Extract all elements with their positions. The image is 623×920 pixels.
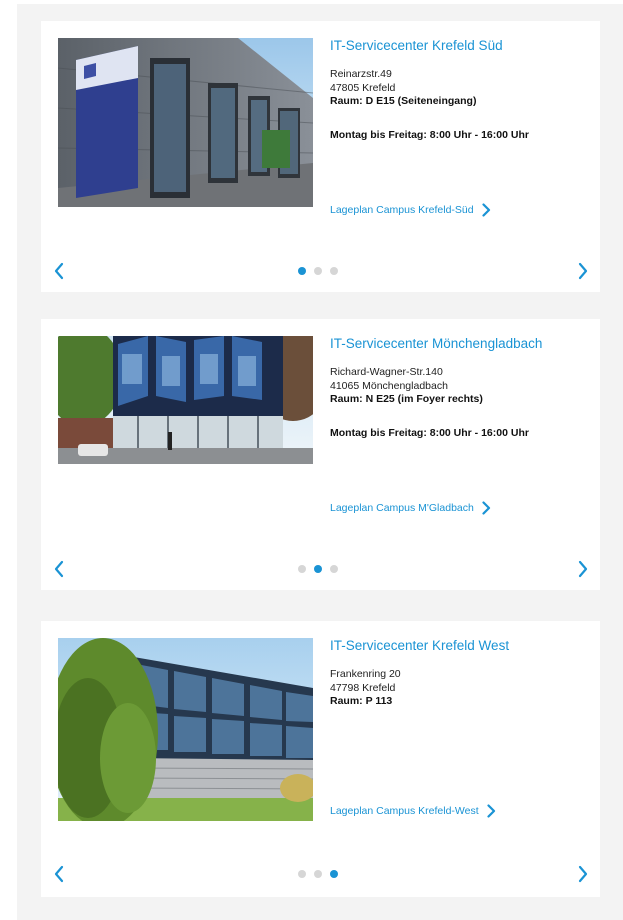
location-card-moenchengladbach: IT-Servicecenter Mönchengladbach Richard… <box>41 319 600 590</box>
street-address: Richard-Wagner-Str.140 <box>330 366 443 378</box>
campus-map-link[interactable]: Lageplan Campus Krefeld-West <box>330 804 496 818</box>
campus-map-link-label[interactable]: Lageplan Campus Krefeld-Süd <box>330 204 474 216</box>
carousel-prev-button[interactable] <box>52 560 66 578</box>
opening-hours: Montag bis Freitag: 8:00 Uhr - 16:00 Uhr <box>330 426 529 439</box>
chevron-right-icon[interactable] <box>482 501 491 515</box>
location-title[interactable]: IT-Servicecenter Krefeld West <box>330 638 590 654</box>
postal-city: 47805 Krefeld <box>330 81 396 94</box>
location-card-krefeld-west: IT-Servicecenter Krefeld West Frankenrin… <box>41 621 600 897</box>
postal-city: 41065 Mönchengladbach <box>330 379 448 392</box>
carousel-next-button[interactable] <box>576 865 590 883</box>
street-address: Frankenring 20 <box>330 668 401 680</box>
postal-city: 47798 Krefeld <box>330 681 396 694</box>
campus-map-link[interactable]: Lageplan Campus Krefeld-Süd <box>330 203 491 217</box>
location-photo <box>58 336 313 464</box>
carousel-pagination <box>298 267 338 275</box>
carousel-prev-button[interactable] <box>52 865 66 883</box>
location-info: IT-Servicecenter Krefeld West Frankenrin… <box>330 638 590 709</box>
street-address: Reinarzstr.49 <box>330 68 392 80</box>
building-photo-krefeld-west <box>58 638 313 821</box>
carousel-dot-3[interactable] <box>330 565 338 573</box>
carousel-dot-2[interactable] <box>314 565 322 573</box>
carousel-pagination <box>298 870 338 878</box>
carousel-pagination <box>298 565 338 573</box>
chevron-right-icon[interactable] <box>481 203 491 217</box>
location-info: IT-Servicecenter Krefeld Süd Reinarzstr.… <box>330 38 590 142</box>
carousel-dot-3[interactable] <box>330 870 338 878</box>
carousel-dot-1[interactable] <box>298 565 306 573</box>
room-number: Raum: P 113 <box>330 695 393 707</box>
carousel-prev-button[interactable] <box>52 262 66 280</box>
chevron-right-icon[interactable] <box>487 804 496 818</box>
carousel-next-button[interactable] <box>576 262 590 280</box>
location-title[interactable]: IT-Servicecenter Krefeld Süd <box>330 38 590 54</box>
building-photo-moenchengladbach <box>58 336 313 464</box>
carousel-dot-1[interactable] <box>298 870 306 878</box>
location-photo <box>58 638 313 821</box>
campus-map-link-label[interactable]: Lageplan Campus Krefeld-West <box>330 805 479 817</box>
campus-map-link-label[interactable]: Lageplan Campus M'Gladbach <box>330 502 474 514</box>
carousel-dot-3[interactable] <box>330 267 338 275</box>
room-number: Raum: N E25 (im Foyer rechts) <box>330 393 483 405</box>
location-title[interactable]: IT-Servicecenter Mönchengladbach <box>330 336 590 352</box>
location-card-krefeld-sued: IT-Servicecenter Krefeld Süd Reinarzstr.… <box>41 21 600 292</box>
room-number: Raum: D E15 (Seiteneingang) <box>330 95 477 107</box>
carousel-dot-2[interactable] <box>314 870 322 878</box>
opening-hours: Montag bis Freitag: 8:00 Uhr - 16:00 Uhr <box>330 128 529 141</box>
location-photo <box>58 38 313 207</box>
building-photo-krefeld-sued <box>58 38 313 207</box>
carousel-next-button[interactable] <box>576 560 590 578</box>
carousel-dot-1[interactable] <box>298 267 306 275</box>
carousel-dot-2[interactable] <box>314 267 322 275</box>
location-info: IT-Servicecenter Mönchengladbach Richard… <box>330 336 590 440</box>
campus-map-link[interactable]: Lageplan Campus M'Gladbach <box>330 501 491 515</box>
